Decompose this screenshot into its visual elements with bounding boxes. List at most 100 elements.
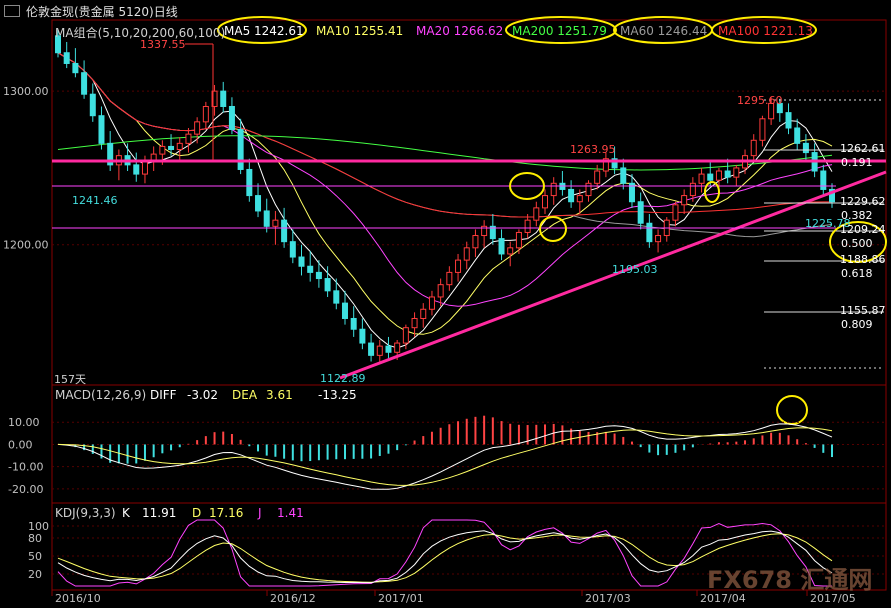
candle-body — [89, 93, 96, 117]
candle-body — [376, 345, 383, 356]
ma-line-60 — [57, 52, 833, 238]
label-low-1122: 1122.89 — [320, 372, 366, 385]
candle-body — [324, 278, 331, 292]
ma-line-200 — [57, 135, 833, 171]
label-high-1337: 1337.55 — [140, 38, 186, 51]
watermark: FX678 汇通网 — [707, 566, 873, 594]
ma-legend-ma100: MA100 1221.13 — [718, 24, 813, 38]
kdj-tick-label: 20 — [28, 568, 42, 581]
candle-body — [255, 195, 262, 212]
highlight-circle — [539, 216, 567, 242]
candle-body — [655, 235, 662, 243]
ma-line-20 — [57, 52, 833, 307]
candle-body — [446, 271, 453, 286]
kdj-d-label: D — [192, 506, 202, 520]
candle-body — [455, 259, 462, 273]
chart-canvas[interactable]: 2016/10 2016/12 2017/01 2017/03 2017/04 2017/… — [0, 0, 891, 608]
highlight-circle — [704, 181, 720, 203]
macd-diff-value: -3.02 — [187, 388, 219, 402]
price-tick-label: 1300.00 — [3, 85, 49, 98]
candle-body — [646, 222, 653, 243]
macd-dea-line — [57, 427, 833, 486]
label-high-1295: 1295.60 — [737, 94, 783, 107]
candle-body — [281, 219, 288, 243]
macd-tick-label: -10.00 — [8, 461, 43, 474]
x-tick-label: 2016/12 — [270, 592, 316, 605]
x-tick-label: 2017/03 — [585, 592, 631, 605]
candle-body — [194, 121, 201, 135]
candle-body — [228, 105, 235, 131]
candle-body — [550, 182, 557, 197]
candle-body — [463, 247, 470, 261]
candle-body — [689, 182, 696, 197]
candle-body — [533, 207, 540, 221]
candle-body — [698, 173, 705, 184]
candle-body — [672, 204, 679, 221]
overlays — [52, 16, 887, 425]
highlight-circle — [776, 395, 808, 425]
candle-body — [715, 170, 722, 181]
kdj-d-value: 17.16 — [209, 506, 244, 520]
kdj-j-value: 1.41 — [277, 506, 304, 520]
candle-body — [402, 327, 409, 344]
macd-panel — [52, 415, 886, 490]
candle-body — [759, 118, 766, 141]
candle-body — [341, 302, 348, 319]
candle-body — [585, 182, 592, 197]
kdj-tick-label: 80 — [28, 532, 42, 545]
ma-line-100 — [57, 52, 832, 218]
macd-diff-line — [57, 423, 833, 490]
candle-body — [237, 129, 244, 170]
candle-body — [707, 173, 714, 181]
macd-tick-label: -20.00 — [8, 483, 43, 496]
fib-price: 1262.61 — [840, 142, 886, 155]
candle-body — [568, 188, 575, 203]
candle-body — [620, 167, 627, 184]
price-tick-label: 1200.00 — [3, 239, 49, 252]
kdj-k-value: 11.91 — [142, 506, 177, 520]
candle-body — [220, 90, 227, 107]
candle-body — [394, 342, 401, 353]
candle-body — [472, 235, 479, 249]
candle-body — [750, 139, 757, 157]
ma-legend-ma60: MA60 1246.44 — [620, 24, 708, 38]
label-level-1263: 1263.95 — [570, 143, 616, 156]
candle-body — [350, 317, 357, 330]
fib-price: 1209.24 — [840, 223, 886, 236]
kdj-k-label: K — [122, 506, 130, 520]
candle-body — [498, 238, 505, 255]
candle-body — [63, 52, 70, 64]
ma-legend-ma5: MA5 1242.61 — [224, 24, 304, 38]
candle-body — [333, 290, 340, 304]
candle-body — [289, 241, 296, 258]
fib-price: 1229.62 — [840, 195, 886, 208]
candle-body — [307, 265, 314, 273]
candle-body — [576, 195, 583, 203]
candle-body — [315, 271, 322, 280]
candle-body — [263, 210, 270, 227]
kdj-tick-label: 50 — [28, 550, 42, 563]
candle-body — [246, 168, 253, 197]
candle-body — [72, 62, 79, 74]
label-days: 157天 — [54, 373, 86, 386]
candle-body — [724, 170, 731, 178]
candle-body — [272, 219, 279, 227]
candle-body — [437, 284, 444, 298]
macd-tick-label: 10.00 — [8, 416, 40, 429]
fib-ratio: 0.618 — [841, 267, 873, 280]
x-tick-label: 2017/01 — [378, 592, 424, 605]
candle-body — [794, 127, 801, 144]
candle-body — [507, 247, 514, 255]
candle-body — [159, 145, 166, 155]
macd-diff-label: DIFF — [150, 388, 177, 402]
candle-body — [515, 231, 522, 249]
candle-body — [733, 167, 740, 178]
candle-body — [681, 195, 688, 206]
candle-body — [428, 296, 435, 310]
kdj-label: KDJ(9,3,3) — [55, 506, 116, 520]
candle-body — [368, 342, 375, 356]
label-low-1241: 1241.46 — [72, 194, 118, 207]
candle-body — [298, 256, 305, 267]
candle-body — [594, 170, 601, 184]
candle-body — [185, 133, 192, 144]
